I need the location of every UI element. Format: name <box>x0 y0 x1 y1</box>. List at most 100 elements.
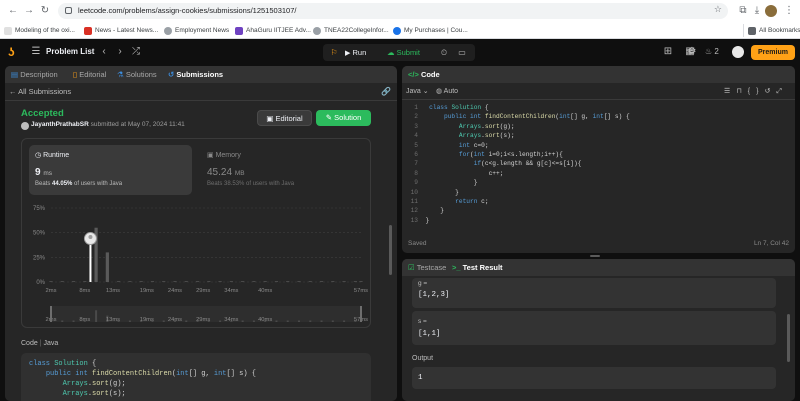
notes-icon[interactable]: ▭ <box>455 44 469 61</box>
list-icon[interactable]: ☰ <box>30 39 42 65</box>
vertical-resizer[interactable] <box>590 255 600 257</box>
streak-counter[interactable]: ♨ 2 <box>705 39 719 65</box>
username-link[interactable]: JayanthPrathabSR <box>31 121 89 128</box>
url-text: leetcode.com/problems/assign-cookies/sub… <box>78 6 297 15</box>
test-panel: ☑ Testcase >_ Test Result g = [1,2,3] s … <box>402 259 795 401</box>
overview-bar <box>219 320 222 322</box>
distribution-bar <box>297 281 301 282</box>
auto-mode-toggle[interactable]: ◍ Auto <box>436 86 458 98</box>
distribution-bar <box>49 281 53 282</box>
bookmark-item[interactable]: News - Latest News... <box>84 24 158 37</box>
tab-solutions[interactable]: ⚗ Solutions <box>117 66 157 83</box>
input-g-label: g = <box>418 280 428 287</box>
editorial-button[interactable]: ▣ Editorial <box>257 110 312 126</box>
input-g-box: g = [1,2,3] <box>412 278 776 308</box>
left-tabbar: ▤ Description ▯ Editorial ⚗ Solutions ↺ … <box>5 66 397 83</box>
bookmark-item[interactable]: Employment News <box>164 24 229 37</box>
edit-icon: ✎ <box>325 113 333 122</box>
all-submissions-link[interactable]: ← All Submissions <box>9 86 71 98</box>
editor-tools: ☰⊓{}↺⤢ <box>724 86 788 98</box>
tab-description[interactable]: ▤ Description <box>11 66 58 83</box>
runtime-label: ◷ Runtime <box>35 152 70 159</box>
overview-tick-label: 13ms <box>106 317 120 323</box>
cursor-position: Ln 7, Col 42 <box>753 240 789 247</box>
tab-submissions[interactable]: ↺ Submissions <box>168 66 223 83</box>
tab-code[interactable]: </> Code <box>408 66 440 83</box>
bookmark-favicon <box>393 26 401 35</box>
overview-bar <box>298 320 300 322</box>
forward-icon[interactable]: → <box>22 4 36 18</box>
bookmark-icon[interactable]: ⊓ <box>736 88 747 95</box>
input-s-box: s = [1,1] <box>412 311 776 345</box>
memory-card[interactable]: ▣ Memory 45.24 MB Beats 38.53% of users … <box>201 145 364 195</box>
accepted-status: Accepted <box>21 108 64 119</box>
terminal-icon: >_ <box>452 263 461 272</box>
reload-icon[interactable]: ↻ <box>38 4 52 18</box>
share-link-icon[interactable]: 🔗 <box>381 86 391 98</box>
bookmark-star-icon[interactable]: ☆ <box>714 4 722 15</box>
distribution-bar <box>218 281 222 282</box>
profile-avatar[interactable] <box>765 5 777 17</box>
tab-test-result[interactable]: >_ Test Result <box>452 259 503 276</box>
x-tick-label: 34ms <box>224 288 238 294</box>
bookmark-item[interactable]: AhaGuru IITJEE Adv... <box>235 24 311 37</box>
tab-editorial[interactable]: ▯ Editorial <box>73 66 106 83</box>
distribution-bar <box>319 281 324 282</box>
prev-problem-icon[interactable]: ‹ <box>98 39 110 65</box>
arrow-left-icon: ← <box>9 87 17 96</box>
settings-icon[interactable]: ⚙ <box>686 39 698 65</box>
language-select[interactable]: Java ⌄ <box>406 86 429 98</box>
fire-icon: ♨ <box>705 47 713 56</box>
user-avatar[interactable] <box>732 46 744 58</box>
bookmark-item[interactable]: My Purchases | Cou... <box>393 24 468 37</box>
debug-icon[interactable]: ⚐ <box>327 44 341 61</box>
tab-testcase[interactable]: ☑ Testcase <box>408 259 446 276</box>
runtime-value: 9 ms <box>35 167 53 178</box>
site-info-icon[interactable] <box>65 7 72 14</box>
test-scrollbar[interactable] <box>787 314 790 362</box>
timer-icon[interactable]: ⏲ <box>437 44 451 61</box>
format-icon[interactable]: ☰ <box>724 88 736 95</box>
premium-button[interactable]: Premium <box>751 45 795 60</box>
braces-icon[interactable]: {} <box>748 88 765 95</box>
problem-list-link[interactable]: Problem List <box>46 39 94 65</box>
runtime-distribution-chart[interactable]: 75% 50% 25% 0%2ms 8ms 13ms 19ms 24ms 29ms 34ms 40m… <box>21 198 371 328</box>
downloads-icon[interactable]: ⤓ <box>750 4 764 18</box>
expand-icon[interactable]: ⤢ <box>776 88 788 95</box>
code-brackets-icon: </> <box>408 70 419 79</box>
reset-icon[interactable]: ↺ <box>764 88 776 95</box>
range-handle-right <box>360 306 362 322</box>
submit-button[interactable]: ☁ Submit <box>387 44 432 61</box>
all-bookmarks[interactable]: All Bookmarks <box>743 24 800 37</box>
back-icon[interactable]: ← <box>6 4 20 18</box>
overview-bar <box>343 320 346 322</box>
chip-icon: ▣ <box>207 152 214 159</box>
x-tick-label: 2ms <box>46 288 57 294</box>
code-preview-text: class Solution { public int findContentC… <box>29 360 256 398</box>
address-bar[interactable]: leetcode.com/problems/assign-cookies/sub… <box>58 3 728 19</box>
run-button[interactable]: ▶ Run <box>345 44 381 62</box>
shuffle-icon[interactable]: ⤮ <box>130 39 142 65</box>
code-editor-panel: </> Code Java ⌄ ◍ Auto ☰⊓{}↺⤢ 1 class So… <box>402 66 795 253</box>
distribution-bar <box>359 281 363 282</box>
solution-button[interactable]: ✎ Solution <box>316 110 371 126</box>
lock-icon: ◍ <box>436 88 443 95</box>
bookmark-favicon <box>313 26 321 35</box>
overview-tick-label: 8ms <box>79 317 90 323</box>
runtime-card[interactable]: ◷ Runtime 9 ms Beats 44.05% of users wit… <box>29 145 192 195</box>
browser-menu-icon[interactable]: ⋮ <box>782 4 796 18</box>
bookmark-item[interactable]: Modeling of the oxi... <box>4 24 75 37</box>
leetcode-logo-icon[interactable]: ʖ <box>8 45 20 59</box>
extensions-icon[interactable]: ⧉ <box>736 4 750 18</box>
user-avatar-small[interactable] <box>21 122 29 130</box>
y-tick-label: 0% <box>36 280 45 286</box>
code-editor-text[interactable]: 1 class Solution { 2 public int findCont… <box>406 103 630 225</box>
grid-icon[interactable]: ⊞ <box>662 39 674 65</box>
cloud-upload-icon: ☁ <box>387 48 395 57</box>
next-problem-icon[interactable]: › <box>114 39 126 65</box>
clock-icon: ◷ <box>35 152 42 159</box>
distribution-bar <box>342 281 346 282</box>
panel-resizer[interactable] <box>398 66 401 401</box>
left-scrollbar[interactable] <box>389 225 392 275</box>
bookmark-item[interactable]: TNEA22CollegeInfor... <box>313 24 389 37</box>
